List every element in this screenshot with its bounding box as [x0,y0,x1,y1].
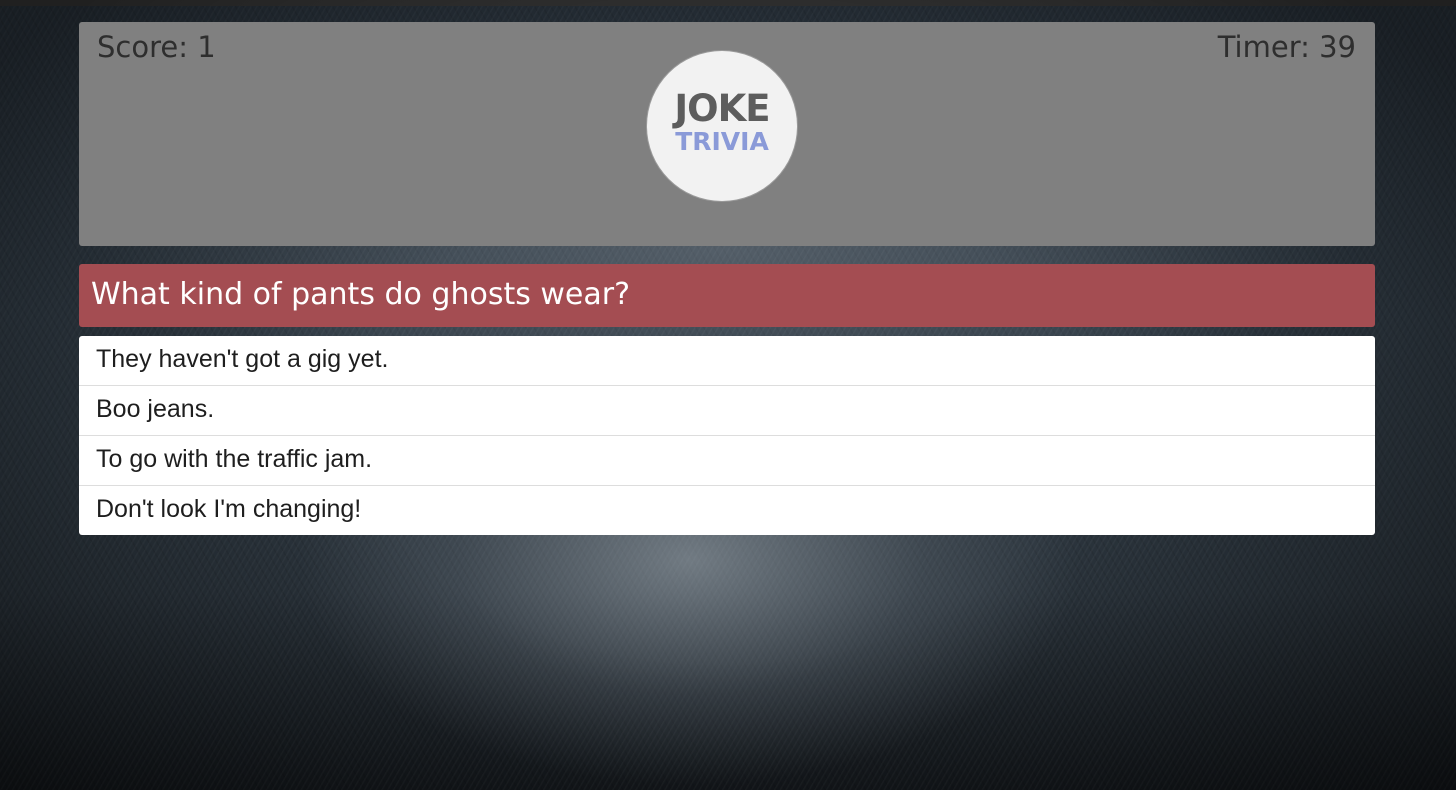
logo-text-trivia: TRIVIA [675,127,769,156]
answer-option-text: Boo jeans. [96,395,215,423]
answer-option[interactable]: They haven't got a gig yet. [79,336,1375,386]
answer-option-text: Don't look I'm changing! [96,495,362,523]
timer-display: Timer: 39 [1217,30,1356,64]
answer-option[interactable]: Don't look I'm changing! [79,486,1375,535]
answer-option[interactable]: Boo jeans. [79,386,1375,436]
joke-trivia-logo: JOKE TRIVIA [647,51,797,201]
browser-top-edge [0,0,1456,6]
game-header-panel: Score: 1 Timer: 39 JOKE TRIVIA [79,22,1375,246]
answer-list: They haven't got a gig yet. Boo jeans. T… [79,336,1375,535]
answer-option-text: To go with the traffic jam. [96,445,373,473]
question-bar: What kind of pants do ghosts wear? [79,264,1375,327]
score-display: Score: 1 [97,30,216,64]
logo-text-joke: JOKE [674,87,770,130]
question-text: What kind of pants do ghosts wear? [91,277,631,312]
answer-option-text: They haven't got a gig yet. [96,345,389,373]
answer-option[interactable]: To go with the traffic jam. [79,436,1375,486]
